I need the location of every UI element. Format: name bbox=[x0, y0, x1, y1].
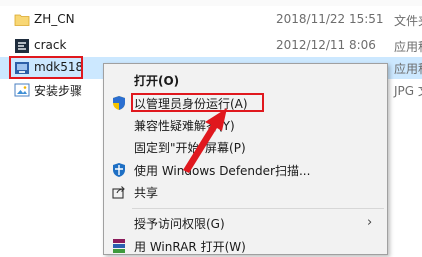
shield-icon bbox=[113, 96, 125, 110]
folder-icon bbox=[14, 14, 30, 26]
image-icon bbox=[14, 83, 30, 97]
file-date: 2012/12/11 8:06 bbox=[276, 38, 376, 52]
defender-icon bbox=[113, 163, 125, 177]
file-type: 应用程 bbox=[394, 62, 422, 76]
file-row-zh-cn[interactable]: ZH_CN 2018/11/22 15:51 文件夹 bbox=[0, 9, 422, 31]
menu-item-label: 兼容性疑难解答(Y) bbox=[134, 119, 235, 133]
menu-item-pin-to-start[interactable]: 固定到"开始"屏幕(P) bbox=[104, 136, 385, 158]
menu-item-defender-scan[interactable]: 使用 Windows Defender扫描... bbox=[104, 159, 385, 181]
menu-item-compatibility[interactable]: 兼容性疑难解答(Y) bbox=[104, 114, 385, 136]
file-date: 2018/11/22 15:51 bbox=[276, 12, 384, 26]
menu-item-grant-access[interactable]: 授予访问权限(G) › bbox=[104, 212, 385, 234]
menu-item-label: 用 WinRAR 打开(W) bbox=[134, 240, 246, 254]
menu-item-open[interactable]: 打开(O) bbox=[104, 69, 385, 91]
file-row-crack[interactable]: crack 2012/12/11 8:06 应用程 bbox=[0, 35, 422, 57]
file-name: 安装步骤 bbox=[34, 84, 83, 98]
file-type: 应用程 bbox=[394, 40, 422, 54]
annotation-box-run-as-admin bbox=[131, 93, 264, 112]
file-type: 文件夹 bbox=[394, 14, 422, 28]
menu-separator bbox=[132, 208, 384, 209]
annotation-box-file bbox=[9, 56, 83, 79]
menu-item-label: 打开(O) bbox=[134, 74, 180, 88]
menu-item-label: 固定到"开始"屏幕(P) bbox=[134, 141, 246, 155]
winrar-icon bbox=[113, 239, 125, 253]
chevron-right-icon: › bbox=[367, 215, 373, 230]
app-icon bbox=[15, 39, 29, 53]
menu-item-label: 共享 bbox=[134, 186, 159, 200]
file-name: ZH_CN bbox=[34, 12, 75, 26]
context-menu: 打开(O) 以管理员身份运行(A) 兼容性疑难解答(Y) 固定到"开始"屏幕(P… bbox=[103, 63, 388, 255]
share-icon bbox=[112, 186, 125, 199]
list-top-edge bbox=[0, 0, 422, 6]
menu-item-winrar-open[interactable]: 用 WinRAR 打开(W) bbox=[104, 235, 385, 257]
menu-item-label: 授予访问权限(G) bbox=[134, 217, 225, 231]
menu-item-share[interactable]: 共享 bbox=[104, 181, 385, 203]
menu-item-label: 使用 Windows Defender扫描... bbox=[134, 164, 311, 178]
file-type: JPG 文 bbox=[394, 84, 422, 98]
file-name: crack bbox=[34, 38, 67, 52]
